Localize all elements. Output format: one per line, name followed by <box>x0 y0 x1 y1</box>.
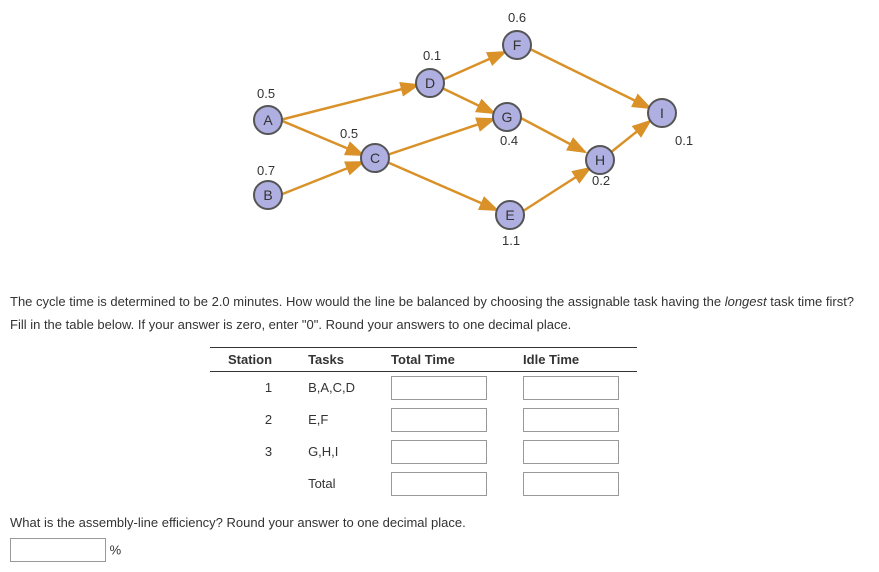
weight-hi: 0.1 <box>675 133 693 148</box>
node-a: A <box>263 112 273 128</box>
node-g: G <box>502 109 513 125</box>
weight-eh: 0.2 <box>592 173 610 188</box>
th-station: Station <box>210 347 290 371</box>
row1-station: 1 <box>210 371 290 404</box>
row4-total-input[interactable] <box>391 472 487 496</box>
q-text-a: The cycle time is determined to be 2.0 m… <box>10 294 725 309</box>
th-total: Total Time <box>373 347 505 371</box>
weight-ad: 0.5 <box>257 86 275 101</box>
node-e: E <box>505 207 514 223</box>
q-text-b: longest <box>725 294 767 309</box>
row3-station: 3 <box>210 436 290 468</box>
row2-station: 2 <box>210 404 290 436</box>
weight-bc: 0.7 <box>257 163 275 178</box>
efficiency-question: What is the assembly-line efficiency? Ro… <box>10 515 869 530</box>
row1-idle-input[interactable] <box>523 376 619 400</box>
row2-idle-input[interactable] <box>523 408 619 432</box>
row4-idle-input[interactable] <box>523 472 619 496</box>
answer-table: Station Tasks Total Time Idle Time 1 B,A… <box>210 347 637 500</box>
weight-cg: 0.4 <box>500 133 518 148</box>
row4-station <box>210 468 290 500</box>
node-h: H <box>595 152 605 168</box>
percent-label: % <box>110 542 122 557</box>
weight-ac: 0.5 <box>340 126 358 141</box>
row3-idle-input[interactable] <box>523 440 619 464</box>
row2-total-input[interactable] <box>391 408 487 432</box>
row1-tasks: B,A,C,D <box>290 371 373 404</box>
weight-ce: 1.1 <box>502 233 520 248</box>
weight-df: 0.1 <box>423 48 441 63</box>
node-b: B <box>263 187 272 203</box>
weight-f: 0.6 <box>508 10 526 25</box>
question-paragraph: The cycle time is determined to be 2.0 m… <box>10 290 869 337</box>
th-idle: Idle Time <box>505 347 637 371</box>
efficiency-input[interactable] <box>10 538 106 562</box>
node-i: I <box>660 105 664 121</box>
node-f: F <box>513 37 522 53</box>
node-c: C <box>370 150 380 166</box>
th-tasks: Tasks <box>290 347 373 371</box>
precedence-diagram: A B C D E F G H I 0.5 0.7 0.5 0.1 0.6 0.… <box>230 10 730 260</box>
row3-tasks: G,H,I <box>290 436 373 468</box>
row4-tasks: Total <box>290 468 373 500</box>
row2-tasks: E,F <box>290 404 373 436</box>
node-d: D <box>425 75 435 91</box>
row3-total-input[interactable] <box>391 440 487 464</box>
row1-total-input[interactable] <box>391 376 487 400</box>
